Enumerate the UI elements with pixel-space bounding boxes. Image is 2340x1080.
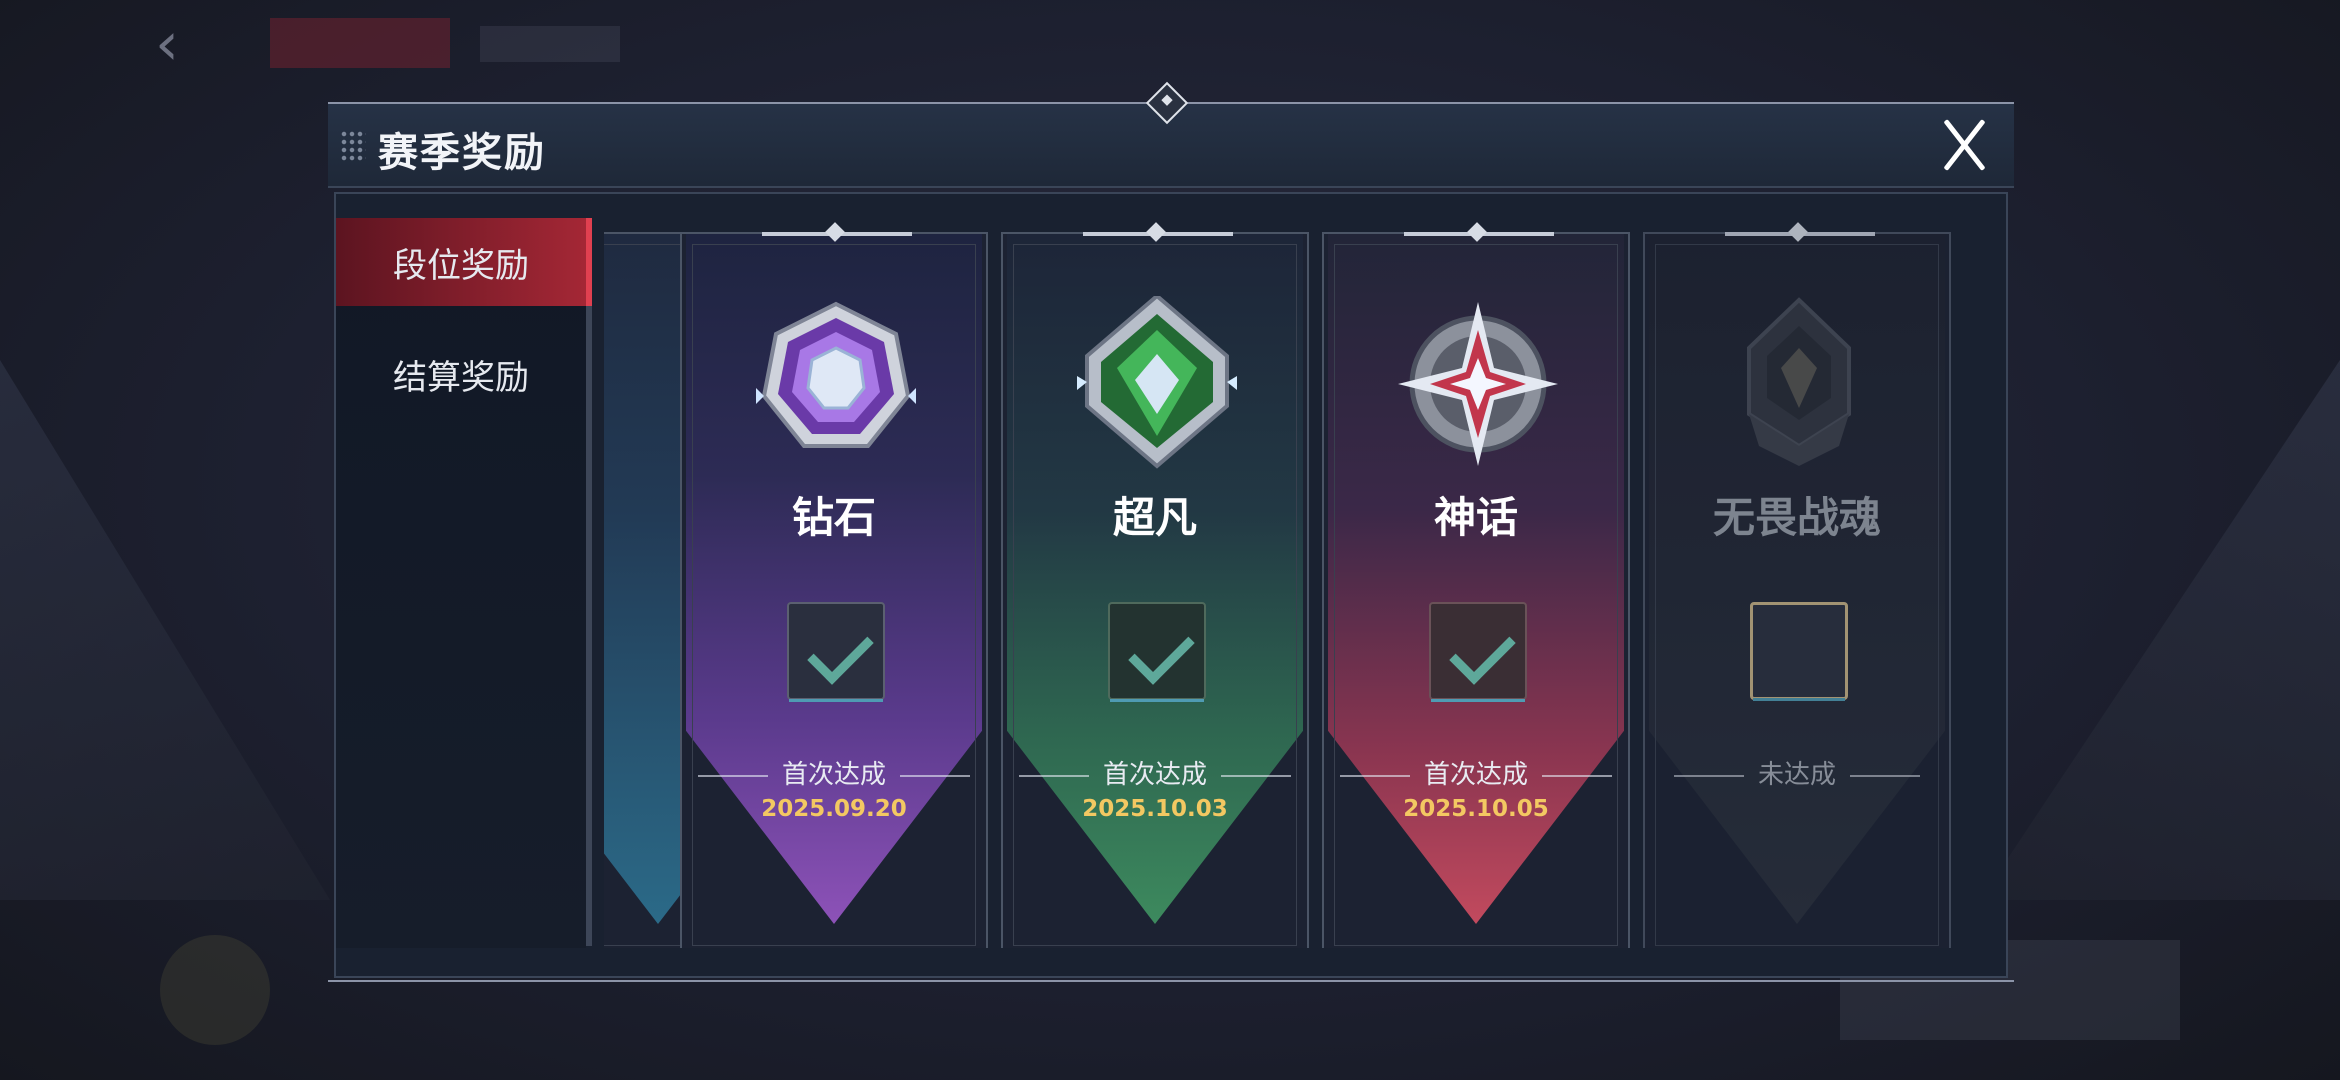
rank-name: 钻石: [791, 493, 876, 542]
rank-card-fearless[interactable]: 无畏战魂 未达成: [1643, 222, 1951, 948]
achieved-date: 2025.10.03: [1082, 796, 1228, 822]
modal-body: 段位奖励 结算奖励 钻石 首次达成 2025.09.20 超凡 首次达成 202…: [334, 192, 2008, 978]
check-icon: [807, 618, 874, 685]
rank-status: 首次达成: [1324, 754, 1628, 791]
rank-name: 无畏战魂: [1712, 493, 1881, 542]
tab-settlement-rewards[interactable]: 结算奖励: [336, 330, 586, 418]
sidebar: [336, 218, 586, 948]
rank-status: 未达成: [1645, 754, 1949, 791]
rank-card-mythic[interactable]: 神话 首次达成 2025.10.05: [1322, 222, 1630, 948]
sidebar-divider: [586, 218, 592, 946]
background-tab: [270, 18, 450, 68]
background-tab: [480, 26, 620, 62]
rank-status: 首次达成: [682, 754, 986, 791]
check-icon: [1449, 618, 1516, 685]
tab-rank-rewards[interactable]: 段位奖励: [336, 218, 592, 306]
modal-bottom-border: [328, 980, 2014, 982]
check-icon: [1128, 618, 1195, 685]
close-icon[interactable]: [1936, 116, 1992, 172]
rank-cards-scroller[interactable]: 钻石 首次达成 2025.09.20 超凡 首次达成 2025.10.03 神话…: [604, 218, 2002, 948]
reward-frame[interactable]: [787, 602, 885, 702]
back-arrow-icon: ‹: [155, 9, 179, 79]
achieved-date: 2025.10.05: [1403, 796, 1549, 822]
drag-handle-icon[interactable]: [340, 130, 366, 162]
background-emblem: [160, 935, 270, 1045]
modal-title: 赛季奖励: [378, 130, 546, 176]
achieved-date: 2025.09.20: [761, 796, 907, 822]
transcendent-rank-icon: [1077, 296, 1237, 469]
rank-name: 神话: [1433, 493, 1518, 542]
rank-status: 首次达成: [1003, 754, 1307, 791]
rank-card-transcendent[interactable]: 超凡 首次达成 2025.10.03: [1001, 222, 1309, 948]
reward-frame[interactable]: [1108, 602, 1206, 702]
season-rewards-modal: 赛季奖励 段位奖励 结算奖励 钻石 首次达成 2025.09.20 超凡 首次达…: [328, 81, 2014, 982]
diamond-rank-icon: [756, 301, 916, 448]
fearless-rank-icon: [1747, 297, 1851, 466]
rank-name: 超凡: [1112, 493, 1197, 542]
rank-card-diamond[interactable]: 钻石 首次达成 2025.09.20: [680, 222, 988, 948]
mythic-rank-icon: [1398, 302, 1558, 466]
reward-frame[interactable]: [1429, 602, 1527, 702]
reward-frame[interactable]: [1750, 602, 1848, 701]
